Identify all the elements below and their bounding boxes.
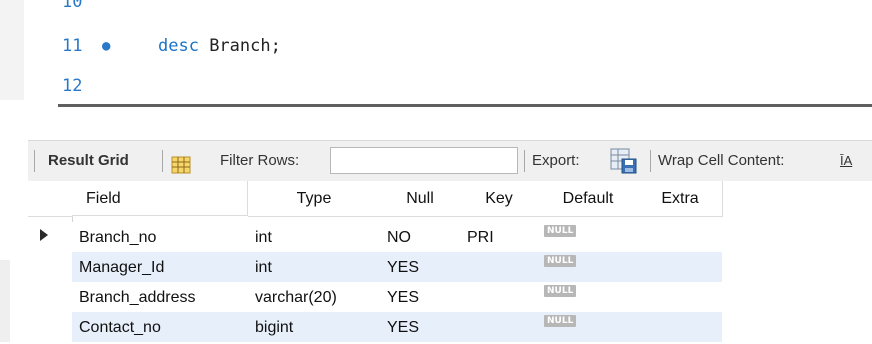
line-number: 11 bbox=[62, 36, 83, 56]
cell-null[interactable]: YES bbox=[380, 252, 460, 282]
filter-rows-input[interactable] bbox=[330, 147, 518, 174]
cell-field[interactable]: Branch_address bbox=[72, 282, 248, 312]
toolbar-separator bbox=[34, 150, 35, 172]
cell-extra[interactable] bbox=[638, 282, 722, 312]
null-badge: NULL bbox=[544, 255, 577, 267]
corner-cell bbox=[28, 181, 73, 217]
cell-field[interactable]: Branch_no bbox=[72, 222, 248, 252]
null-badge: NULL bbox=[544, 285, 577, 297]
column-header-type[interactable]: Type bbox=[248, 181, 381, 217]
cell-field[interactable]: Manager_Id bbox=[72, 252, 248, 282]
cell-default[interactable]: NULL bbox=[538, 312, 638, 342]
cell-key[interactable]: PRI bbox=[460, 222, 538, 252]
toolbar-separator bbox=[162, 150, 163, 172]
null-badge: NULL bbox=[544, 315, 577, 327]
sql-keyword: desc bbox=[158, 36, 199, 56]
toolbar-separator bbox=[524, 150, 525, 172]
column-header-field[interactable]: Field bbox=[72, 181, 248, 216]
cell-type[interactable]: int bbox=[248, 222, 380, 252]
cell-key[interactable] bbox=[460, 282, 538, 312]
export-icon[interactable] bbox=[610, 148, 638, 174]
cell-extra[interactable] bbox=[638, 252, 722, 282]
cell-extra[interactable] bbox=[638, 312, 722, 342]
column-header-default[interactable]: Default bbox=[538, 181, 639, 217]
cell-default[interactable]: NULL bbox=[538, 222, 638, 252]
cell-field[interactable]: Contact_no bbox=[72, 312, 248, 342]
cell-key[interactable] bbox=[460, 252, 538, 282]
table-row[interactable]: Branch_address varchar(20) YES NULL bbox=[72, 282, 722, 312]
grid-layout-icon[interactable] bbox=[171, 151, 191, 174]
export-label: Export: bbox=[532, 152, 580, 169]
result-grid-tab[interactable]: Result Grid bbox=[48, 141, 129, 181]
cell-null[interactable]: YES bbox=[380, 312, 460, 342]
sql-editor[interactable]: 10 11 ● desc Branch; 12 bbox=[0, 0, 872, 100]
cell-default[interactable]: NULL bbox=[538, 282, 638, 312]
column-header-key[interactable]: Key bbox=[460, 181, 539, 217]
splitter-gap bbox=[0, 107, 872, 140]
cell-key[interactable] bbox=[460, 312, 538, 342]
cell-type[interactable]: varchar(20) bbox=[248, 282, 380, 312]
line-number: 12 bbox=[62, 76, 83, 96]
cell-null[interactable]: NO bbox=[380, 222, 460, 252]
column-header-extra[interactable]: Extra bbox=[638, 181, 723, 217]
statement-marker-icon: ● bbox=[102, 38, 111, 54]
cell-type[interactable]: int bbox=[248, 252, 380, 282]
table-row[interactable]: Contact_no bigint YES NULL bbox=[72, 312, 722, 342]
result-grid[interactable]: Field Type Null Key Default Extra Branch… bbox=[28, 181, 872, 342]
cell-null[interactable]: YES bbox=[380, 282, 460, 312]
wrap-cell-content-label: Wrap Cell Content: bbox=[658, 152, 785, 169]
null-badge: NULL bbox=[544, 225, 577, 237]
table-row[interactable]: Manager_Id int YES NULL bbox=[72, 252, 722, 282]
editor-gutter bbox=[0, 0, 24, 100]
result-toolbar: Result Grid Filter Rows: Export: Wrap Ce… bbox=[28, 140, 872, 182]
filter-rows-label: Filter Rows: bbox=[220, 152, 300, 169]
table-row[interactable]: Branch_no int NO PRI NULL bbox=[72, 222, 722, 252]
cell-extra[interactable] bbox=[638, 222, 722, 252]
left-panel-edge bbox=[0, 260, 10, 342]
wrap-cell-content-icon[interactable]: ĪA bbox=[840, 141, 852, 181]
column-header-null[interactable]: Null bbox=[380, 181, 461, 217]
cell-default[interactable]: NULL bbox=[538, 252, 638, 282]
sql-identifier: Branch; bbox=[198, 36, 281, 56]
code-text[interactable]: desc Branch; bbox=[158, 34, 281, 58]
current-row-marker-icon bbox=[40, 229, 48, 241]
cell-type[interactable]: bigint bbox=[248, 312, 380, 342]
toolbar-separator bbox=[650, 150, 651, 172]
line-number: 10 bbox=[62, 0, 83, 12]
